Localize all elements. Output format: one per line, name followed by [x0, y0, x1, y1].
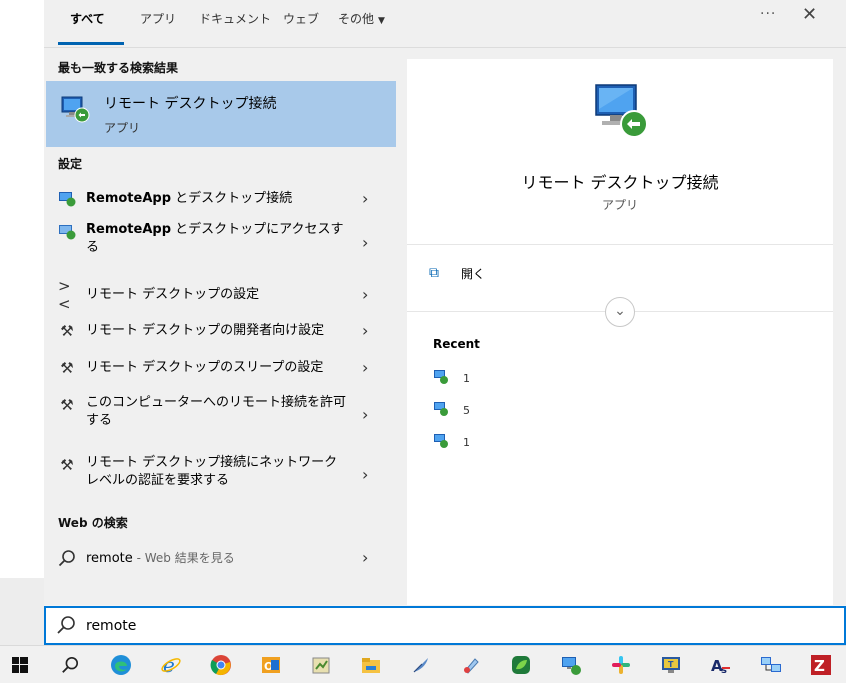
item-label: リモート デスクトップの設定: [86, 287, 260, 302]
results-list: 最も一致する検索結果 リモート デスクトップ接続 アプリ 設定 RemoteAp…: [44, 49, 407, 605]
feather-app-icon[interactable]: [406, 650, 436, 680]
expand-button[interactable]: ⌄: [605, 297, 635, 327]
close-button[interactable]: ✕: [802, 4, 817, 25]
item-label: リモート デスクトップの開発者向け設定: [86, 323, 325, 338]
preview-subtitle: アプリ: [601, 198, 638, 212]
web-query: remote: [86, 551, 133, 566]
search-icon[interactable]: [55, 650, 85, 680]
settings-heading: 設定: [58, 157, 83, 171]
chevron-down-icon: ⌄: [614, 303, 626, 319]
tools-icon: ⚒: [60, 456, 74, 474]
monitor-app-icon[interactable]: T: [656, 650, 686, 680]
recent-item-label: 1: [463, 436, 470, 449]
search-icon: [57, 616, 75, 634]
remote-desktop-file-icon: [434, 434, 448, 448]
item-label: このコンピューターへのリモート接続を許可する: [86, 395, 347, 428]
acrobat-app-icon[interactable]: As: [706, 650, 736, 680]
web-search-heading: Web の検索: [58, 516, 128, 530]
chevron-right-icon: ›: [362, 405, 369, 424]
search-tabbar: すべて アプリ ドキュメント ウェブ その他 ▼ ··· ✕: [44, 0, 846, 48]
remoteapp-access-icon: [59, 225, 76, 240]
caret-down-icon: ▼: [378, 16, 385, 26]
edge-icon[interactable]: [106, 650, 136, 680]
network-app-icon[interactable]: [756, 650, 786, 680]
preview-title: リモート デスクトップ接続: [521, 173, 719, 192]
remote-desktop-icon[interactable]: [556, 650, 586, 680]
taskbar: e O T As Z: [0, 645, 846, 683]
remote-desktop-settings-icon: ><: [58, 277, 71, 313]
remoteapp-icon: [59, 192, 76, 207]
chevron-right-icon: ›: [362, 465, 369, 484]
chevron-right-icon: ›: [362, 233, 369, 252]
tab-documents[interactable]: ドキュメント: [199, 10, 271, 27]
paint-app-icon[interactable]: [456, 650, 486, 680]
open-icon: ⧉: [429, 265, 439, 281]
internet-explorer-icon[interactable]: e: [156, 650, 186, 680]
settings-item-allow-remote-connections[interactable]: ⚒ このコンピューターへのリモート接続を許可する ›: [44, 391, 407, 435]
web-search-item[interactable]: remote - Web 結果を見る ›: [44, 543, 407, 573]
tab-apps[interactable]: アプリ: [140, 10, 176, 27]
settings-item-remoteapp-connection[interactable]: RemoteApp とデスクトップ接続 ›: [44, 185, 407, 213]
tools-icon: ⚒: [60, 359, 74, 377]
item-label: とデスクトップ接続: [171, 191, 293, 206]
recent-item[interactable]: 5: [433, 401, 633, 421]
remote-desktop-file-icon: [434, 370, 448, 384]
tools-icon: ⚒: [60, 396, 74, 414]
search-input[interactable]: remote: [86, 618, 136, 634]
best-match-heading: 最も一致する検索結果: [58, 61, 179, 75]
tab-more-label: その他: [338, 12, 375, 26]
best-match-title: リモート デスクトップ接続: [104, 96, 277, 112]
remote-desktop-icon: [595, 84, 648, 138]
recent-item-label: 5: [463, 404, 470, 417]
filezilla-icon[interactable]: Z: [806, 650, 836, 680]
settings-item-remote-desktop-settings[interactable]: >< リモート デスクトップの設定 ›: [44, 277, 407, 313]
outlook-icon[interactable]: O: [256, 650, 286, 680]
svg-text:s: s: [721, 665, 727, 676]
item-label: リモート デスクトップ接続にネットワーク レベルの認証を要求する: [86, 455, 338, 488]
divider: [407, 244, 833, 245]
chevron-right-icon: ›: [362, 285, 369, 304]
chevron-right-icon: ›: [362, 321, 369, 340]
web-suffix: - Web 結果を見る: [132, 551, 235, 565]
notepad-app-icon[interactable]: [306, 650, 336, 680]
tab-web[interactable]: ウェブ: [283, 10, 319, 27]
best-match-item[interactable]: リモート デスクトップ接続 アプリ: [46, 81, 396, 147]
svg-text:Z: Z: [814, 657, 825, 675]
desktop-left-area: [0, 0, 44, 645]
chevron-right-icon: ›: [362, 189, 369, 208]
preview-pane: リモート デスクトップ接続 アプリ ⧉ 開く ⌄ Recent 1 5 1: [407, 59, 833, 605]
chevron-right-icon: ›: [362, 358, 369, 377]
chrome-icon[interactable]: [206, 650, 236, 680]
search-panel: すべて アプリ ドキュメント ウェブ その他 ▼ ··· ✕ 最も一致する検索結果…: [44, 0, 846, 605]
windows-start-icon[interactable]: [5, 650, 35, 680]
more-options-button[interactable]: ···: [760, 6, 776, 22]
file-explorer-icon[interactable]: [356, 650, 386, 680]
item-bold-label: RemoteApp: [86, 191, 172, 206]
settings-item-remoteapp-access[interactable]: RemoteApp とデスクトップにアクセスする ›: [44, 219, 407, 263]
recent-item[interactable]: 1: [433, 369, 633, 389]
recent-heading: Recent: [433, 337, 480, 351]
best-match-subtitle: アプリ: [104, 121, 141, 135]
active-tab-indicator: [58, 42, 124, 45]
tools-icon: ⚒: [60, 322, 74, 340]
item-label: リモート デスクトップのスリープの設定: [86, 360, 324, 375]
settings-item-developer-settings[interactable]: ⚒ リモート デスクトップの開発者向け設定 ›: [44, 317, 407, 345]
tab-more[interactable]: その他 ▼: [338, 10, 385, 27]
remote-desktop-file-icon: [434, 402, 448, 416]
remote-desktop-icon: [61, 96, 90, 123]
green-app-icon[interactable]: [506, 650, 536, 680]
settings-item-network-level-auth[interactable]: ⚒ リモート デスクトップ接続にネットワーク レベルの認証を要求する ›: [44, 451, 407, 495]
chevron-right-icon: ›: [362, 548, 369, 567]
desktop-strip: [0, 578, 44, 645]
recent-item-label: 1: [463, 372, 470, 385]
settings-item-sleep-settings[interactable]: ⚒ リモート デスクトップのスリープの設定 ›: [44, 354, 407, 382]
slack-icon[interactable]: [606, 650, 636, 680]
search-icon: [58, 550, 75, 567]
recent-item[interactable]: 1: [433, 433, 633, 453]
svg-text:T: T: [668, 660, 674, 669]
item-bold-label: RemoteApp: [86, 222, 172, 237]
open-label: 開く: [461, 267, 486, 281]
search-box[interactable]: remote: [44, 606, 846, 645]
tab-all[interactable]: すべて: [70, 10, 105, 27]
